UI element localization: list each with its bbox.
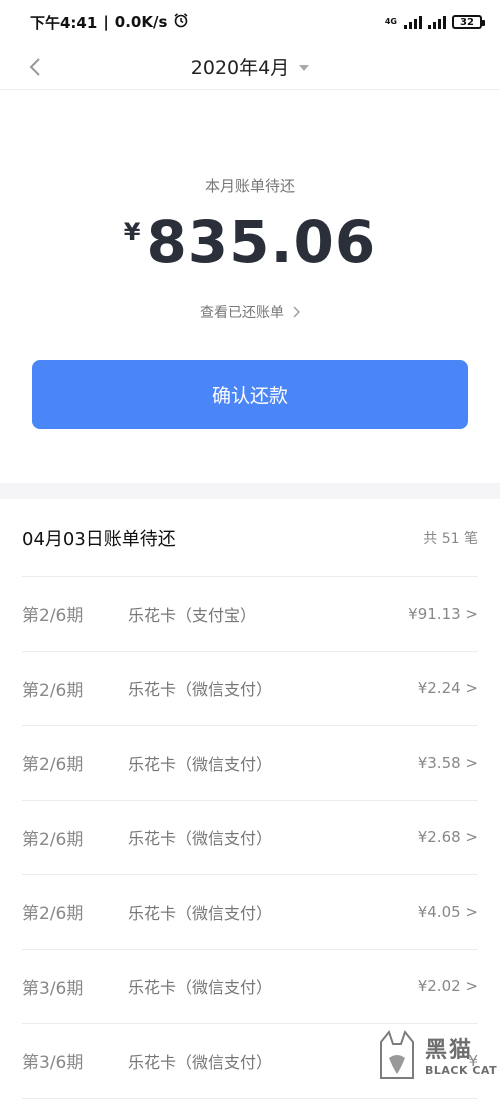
- section-divider: [0, 483, 500, 499]
- bill-amount: ¥2.68 >: [417, 828, 478, 847]
- network-label: 4G: [384, 17, 397, 26]
- battery-level: 32: [460, 16, 474, 28]
- battery-icon: 32: [452, 15, 485, 29]
- bill-amount: ¥3.58 >: [417, 753, 478, 772]
- bill-summary: 本月账单待还 ¥ 835.06 查看已还账单 确认还款: [0, 90, 500, 483]
- status-bar: 下午4:41 | 0.0K/s 4G 32: [0, 0, 500, 44]
- status-speed: 0.0K/s: [114, 13, 168, 31]
- bill-description: 乐花卡（微信支付）: [128, 903, 273, 923]
- bill-row[interactable]: 第2/6期 乐花卡（微信支付） ¥2.68 >: [22, 801, 478, 875]
- status-time: 下午4:41: [30, 13, 98, 32]
- amount-display: ¥ 835.06: [0, 208, 500, 276]
- bill-description: 乐花卡（微信支付）: [128, 978, 273, 998]
- confirm-repayment-button[interactable]: 确认还款: [32, 360, 468, 429]
- bill-period: 第2/6期: [22, 680, 84, 701]
- amount-due: 835.06: [146, 208, 377, 276]
- summary-label: 本月账单待还: [204, 177, 295, 195]
- bill-description: 乐花卡（支付宝）: [128, 605, 257, 625]
- bill-period: 第2/6期: [22, 904, 84, 925]
- bill-row[interactable]: 第2/6期 乐花卡（微信支付） ¥4.05 >: [22, 875, 478, 950]
- bill-description: 乐花卡（微信支付）: [128, 680, 273, 700]
- bill-period: 第3/6期: [22, 1053, 84, 1074]
- bill-amount: ¥2.24 >: [417, 679, 478, 698]
- bill-period: 第2/6期: [22, 755, 84, 776]
- bills-header: 04月03日账单待还 共 51 笔: [22, 499, 478, 577]
- bill-row[interactable]: 第2/6期 乐花卡（支付宝） ¥91.13 >: [22, 577, 478, 652]
- watermark-text: 黑猫 BLACK CAT: [425, 1032, 497, 1077]
- bill-row[interactable]: 第3/6期 乐花卡（微信支付） ¥2.02 >: [22, 950, 478, 1024]
- nav-bar: 2020年4月: [0, 44, 500, 90]
- chevron-left-icon: [29, 58, 40, 76]
- bill-description: 乐花卡（微信支付）: [128, 829, 273, 849]
- bill-description: 乐花卡（微信支付）: [128, 754, 273, 774]
- signal-icon-2: [428, 15, 446, 29]
- status-right: 4G 32: [384, 15, 485, 29]
- watermark-cn: 黑猫: [425, 1037, 474, 1063]
- bill-period: 第3/6期: [22, 978, 84, 999]
- caret-down-icon: [299, 64, 310, 71]
- paid-bills-link[interactable]: 查看已还账单: [0, 302, 500, 322]
- bill-amount: ¥2.02 >: [417, 977, 478, 996]
- bill-row[interactable]: 第2/6期 乐花卡（微信支付） ¥2.24 >: [22, 652, 478, 726]
- bills-title: 04月03日账单待还: [22, 528, 176, 550]
- bills-count: 共 51 笔: [423, 530, 478, 547]
- status-left: 下午4:41 | 0.0K/s: [30, 12, 189, 33]
- bill-row[interactable]: 第2/6期 乐花卡（微信支付） ¥3.58 >: [22, 726, 478, 801]
- bill-amount: ¥91.13 >: [408, 604, 478, 623]
- page-title: 2020年4月: [190, 57, 290, 79]
- month-selector[interactable]: 2020年4月: [190, 53, 310, 80]
- watermark-en: BLACK CAT: [425, 1063, 498, 1077]
- paid-bills-label: 查看已还账单: [200, 305, 284, 321]
- bill-amount: ¥4.05 >: [417, 902, 478, 921]
- cat-logo-icon: [380, 1029, 414, 1079]
- bills-section: 04月03日账单待还 共 51 笔 第2/6期 乐花卡（支付宝） ¥91.13 …: [0, 499, 500, 1099]
- signal-icon: [404, 15, 422, 29]
- status-separator: |: [103, 13, 109, 31]
- back-button[interactable]: [18, 50, 52, 84]
- bill-period: 第2/6期: [22, 606, 84, 627]
- alarm-icon: [173, 12, 189, 32]
- bill-period: 第2/6期: [22, 829, 84, 850]
- black-cat-watermark: 黑猫 BLACK CAT: [375, 1025, 500, 1083]
- currency-symbol: ¥: [123, 218, 141, 246]
- chevron-right-icon: [293, 306, 300, 318]
